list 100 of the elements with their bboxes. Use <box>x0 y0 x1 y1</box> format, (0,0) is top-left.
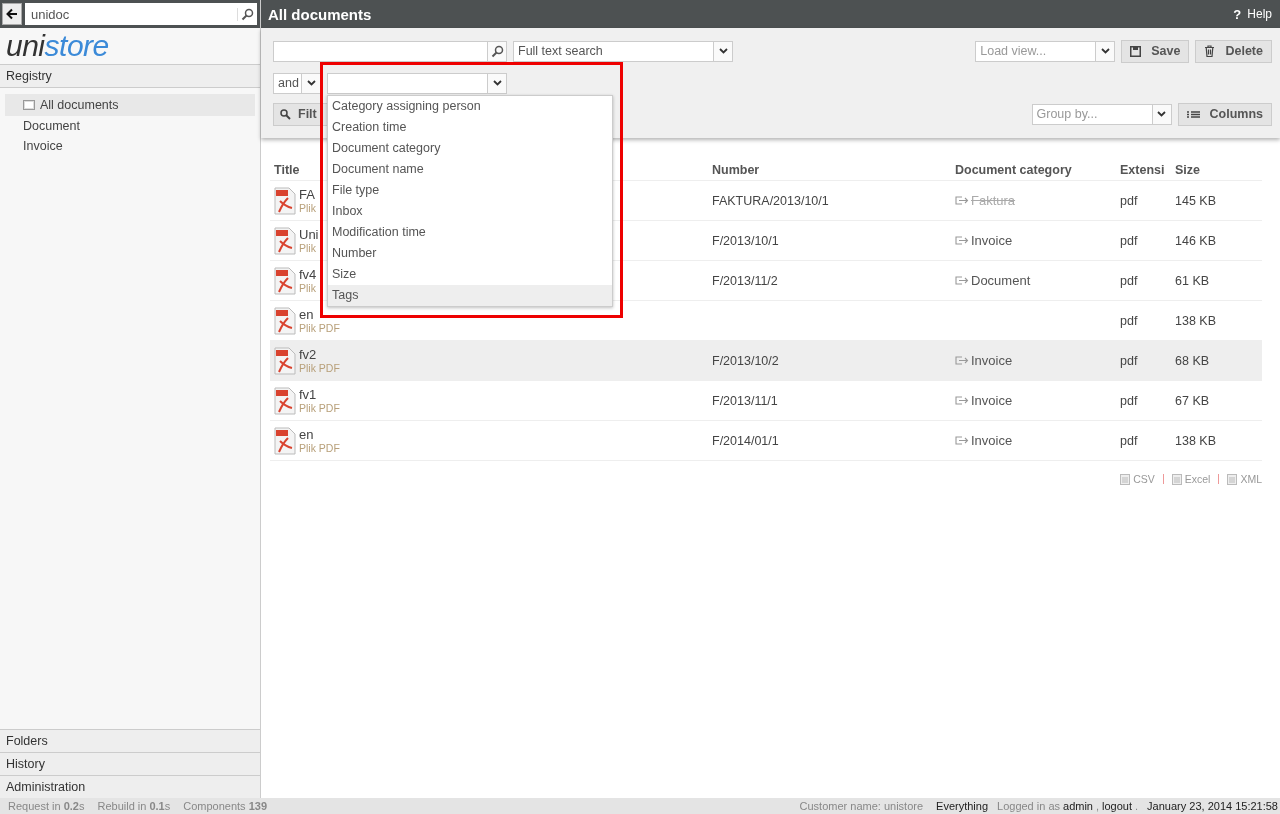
column-header[interactable]: Document category <box>951 163 1116 177</box>
table-cell-text: 146 KB <box>1174 233 1217 248</box>
document-title[interactable]: FA <box>299 187 316 202</box>
help-mark: ? <box>1233 6 1242 22</box>
columns-icon <box>1186 110 1200 118</box>
document-title[interactable]: fv2 <box>299 347 340 362</box>
category-link[interactable]: Invoice <box>971 393 1013 408</box>
dropdown-option[interactable]: Document category <box>328 138 612 159</box>
dropdown-option[interactable]: Modification time <box>328 222 612 243</box>
link-arrow-icon <box>955 196 969 205</box>
sidebar-item[interactable]: Invoice <box>5 136 255 156</box>
status-text: Rebuild in 0.1s <box>97 800 171 812</box>
section-header[interactable]: Administration <box>0 775 260 798</box>
pdf-file-icon <box>274 186 296 215</box>
dropdown-option[interactable]: Size <box>328 264 612 285</box>
pdf-file-icon <box>274 426 296 455</box>
logo: unistore <box>5 28 109 64</box>
pdf-file-icon <box>274 266 296 295</box>
back-button[interactable] <box>2 3 22 25</box>
link-arrow-icon <box>955 396 969 405</box>
delete-button[interactable]: Delete <box>1195 39 1272 63</box>
table-cell-text: 138 KB <box>1174 313 1217 328</box>
link-arrow-icon <box>955 436 969 445</box>
caret-icon <box>492 80 502 86</box>
dropdown-option[interactable]: Number <box>328 243 612 264</box>
columns-button[interactable]: Columns <box>1177 102 1272 126</box>
table-cell-text: F/2013/11/1 <box>711 393 779 408</box>
column-header[interactable]: Number <box>708 163 951 177</box>
trash-icon <box>1204 45 1216 57</box>
table-cell-text: 145 KB <box>1174 193 1217 208</box>
dropdown-option[interactable]: Inbox <box>328 201 612 222</box>
search-field[interactable] <box>273 40 507 62</box>
folder-icon <box>23 100 35 110</box>
caret-icon <box>718 48 728 54</box>
caret-icon <box>1157 111 1166 117</box>
category-link[interactable]: Invoice <box>971 233 1013 248</box>
table-cell-text: pdf <box>1119 433 1139 448</box>
sidebar-item[interactable]: Document <box>5 116 255 136</box>
section-header[interactable]: Folders <box>0 729 260 752</box>
file-type-label: Plik <box>299 202 316 214</box>
search-mode-select[interactable]: Full text search <box>513 40 733 62</box>
help-link[interactable]: Help <box>1247 7 1272 21</box>
table-cell-text: pdf <box>1119 313 1139 328</box>
table-cell-text: 61 KB <box>1174 273 1211 288</box>
user-link[interactable]: admin <box>1063 800 1093 812</box>
pdf-file-icon <box>274 346 296 375</box>
field-select[interactable] <box>327 72 507 94</box>
category-link[interactable]: Document <box>971 273 1031 288</box>
dropdown-option[interactable]: Document name <box>328 159 612 180</box>
save-button[interactable]: Save <box>1121 39 1190 63</box>
file-type-label: Plik PDF <box>299 322 340 334</box>
file-icon <box>1120 473 1131 485</box>
status-text: Request in 0.2s <box>8 800 85 812</box>
document-title[interactable]: fv4 <box>299 267 317 282</box>
document-title[interactable]: en <box>299 307 340 322</box>
search-icon <box>280 108 291 120</box>
column-header[interactable]: Size <box>1171 163 1251 177</box>
table-cell-text: pdf <box>1119 193 1139 208</box>
section-header[interactable]: Registry <box>0 64 260 88</box>
table-cell-text: pdf <box>1119 393 1139 408</box>
caret-icon <box>1100 48 1110 54</box>
table-cell-text: F/2013/10/1 <box>711 233 780 248</box>
table-cell-text: 138 KB <box>1174 433 1217 448</box>
search-field[interactable]: unidoc <box>25 3 257 25</box>
status-text: Components 139 <box>183 800 268 812</box>
pdf-file-icon <box>274 386 296 415</box>
section-header[interactable]: History <box>0 752 260 775</box>
dropdown-option[interactable]: File type <box>328 180 612 201</box>
table-cell-text: FAKTURA/2013/10/1 <box>711 193 830 208</box>
file-type-label: Plik PDF <box>299 362 340 374</box>
operator-select[interactable]: and <box>273 72 321 94</box>
table-cell-text: F/2013/11/2 <box>711 273 779 288</box>
pdf-file-icon <box>274 306 296 335</box>
link-arrow-icon <box>955 276 969 285</box>
dropdown-option[interactable]: Tags <box>328 285 612 306</box>
column-header[interactable]: Extensi <box>1116 163 1171 177</box>
customer-name: Customer name: unistore <box>799 800 924 812</box>
file-type-label: Plik PDF <box>299 402 340 414</box>
search-icon <box>490 44 504 58</box>
category-link[interactable]: Invoice <box>971 433 1013 448</box>
table-cell-text: 68 KB <box>1174 353 1211 368</box>
pdf-file-icon <box>274 226 296 255</box>
sidebar-item[interactable]: All documents <box>5 94 255 116</box>
document-title[interactable]: Uni <box>299 227 319 242</box>
category-link[interactable]: Invoice <box>971 353 1013 368</box>
back-arrow-icon <box>6 8 18 20</box>
separator-text: , <box>1096 800 1100 812</box>
link-arrow-icon <box>955 356 969 365</box>
table-cell-text: F/2014/01/1 <box>711 433 780 448</box>
table-cell-text: pdf <box>1119 353 1139 368</box>
document-title[interactable]: en <box>299 427 340 442</box>
link-arrow-icon <box>955 236 969 245</box>
file-type-label: Plik <box>299 242 317 254</box>
file-icon <box>1227 473 1238 485</box>
logout-link[interactable]: logout <box>1102 800 1133 812</box>
table-cell-text: F/2013/10/2 <box>711 353 780 368</box>
document-title[interactable]: fv1 <box>299 387 340 402</box>
file-icon <box>1171 473 1182 485</box>
file-type-label: Plik PDF <box>299 442 340 454</box>
date-time: January 23, 2014 15:21:58 <box>1147 800 1278 812</box>
